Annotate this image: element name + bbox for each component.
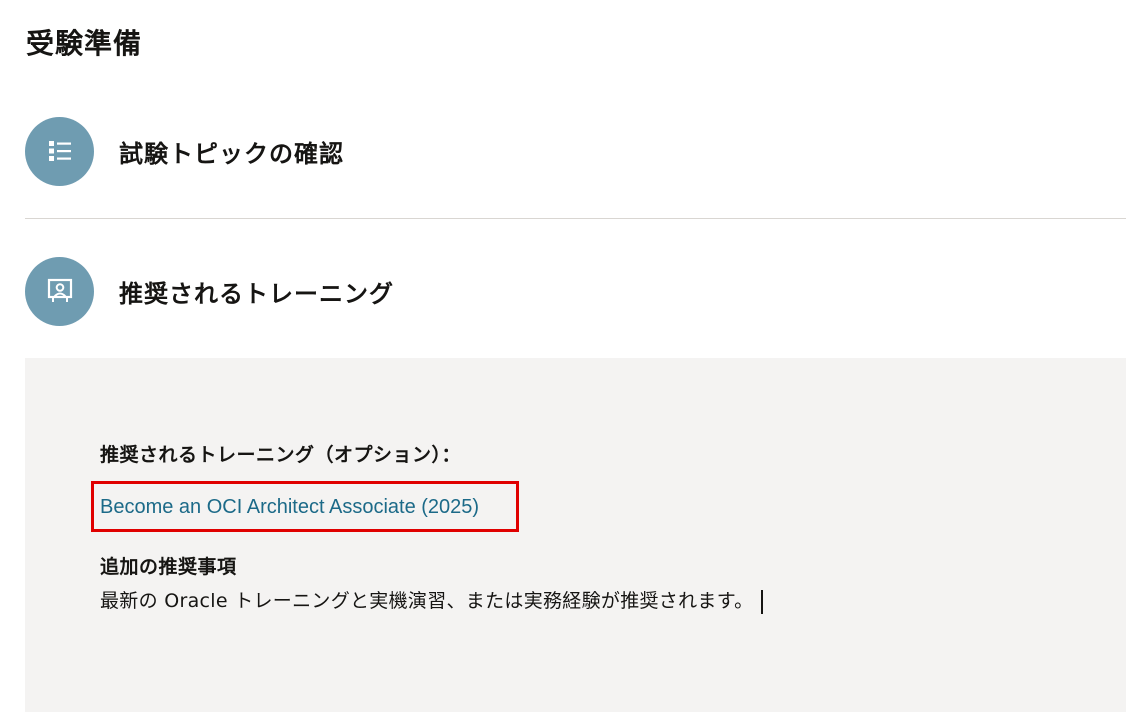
- additional-recommendations-sentence: 最新の Oracle トレーニングと実機演習、または実務経験が推奨されます。: [100, 590, 754, 612]
- section-label-exam-topics: 試験トピックの確認: [119, 139, 344, 168]
- list-icon: [25, 116, 94, 186]
- section-exam-topics[interactable]: 試験トピックの確認: [25, 116, 1125, 186]
- page-title: 受験準備: [26, 27, 143, 60]
- additional-recommendations-text: 最新の Oracle トレーニングと実機演習、または実務経験が推奨されます。: [100, 586, 764, 614]
- course-link[interactable]: Become an OCI Architect Associate (2025): [100, 496, 479, 519]
- divider: [25, 218, 1126, 219]
- presentation-icon: [25, 256, 94, 326]
- text-cursor: [761, 589, 764, 614]
- additional-recommendations-heading: 追加の推奨事項: [100, 556, 237, 578]
- training-panel: 推奨されるトレーニング（オプション）： Become an OCI Archit…: [25, 358, 1126, 712]
- section-label-recommended-training: 推奨されるトレーニング: [119, 279, 394, 308]
- training-panel-heading: 推奨されるトレーニング（オプション）：: [100, 444, 462, 466]
- section-recommended-training[interactable]: 推奨されるトレーニング: [25, 256, 1125, 326]
